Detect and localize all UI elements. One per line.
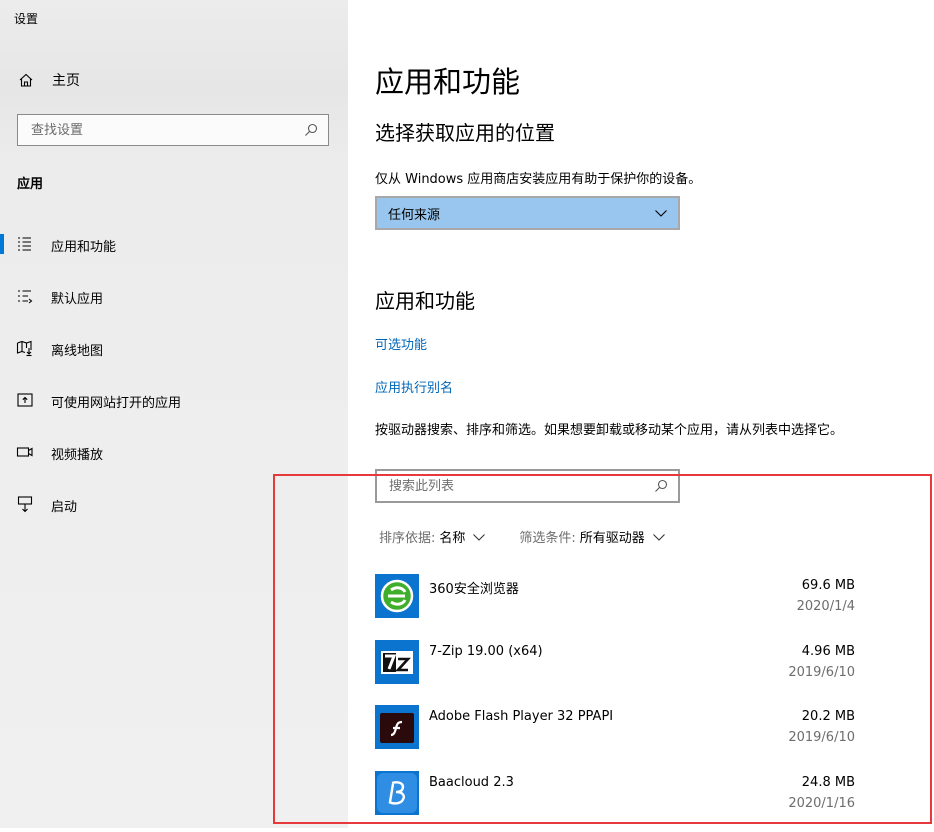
app-name: 7-Zip 19.00 (x64) <box>429 644 543 659</box>
sidebar-nav: 应用和功能 默认应用 离线地图 可使用网站打开 <box>0 218 348 530</box>
video-playback-icon <box>16 443 34 461</box>
360-browser-icon <box>375 574 419 618</box>
startup-icon <box>16 495 34 513</box>
app-size: 24.8 MB <box>802 775 855 790</box>
app-size: 4.96 MB <box>802 644 855 659</box>
sidebar-item-default-apps[interactable]: 默认应用 <box>0 270 348 322</box>
app-install-date: 2019/6/10 <box>788 665 855 680</box>
sidebar-item-apps-for-websites[interactable]: 可使用网站打开的应用 <box>0 374 348 426</box>
app-list-item[interactable]: 7-Zip 19.00 (x64) 4.96 MB 2019/6/10 <box>375 636 855 702</box>
sidebar-item-label: 可使用网站打开的应用 <box>51 392 181 411</box>
sidebar-item-label: 离线地图 <box>51 340 103 359</box>
sort-filter-bar: 排序依据: 名称 筛选条件: 所有驱动器 <box>379 527 666 546</box>
home-label: 主页 <box>52 70 80 90</box>
chevron-down-icon <box>472 530 486 544</box>
default-apps-icon <box>16 287 34 305</box>
app-name: 360安全浏览器 <box>429 578 519 597</box>
app-install-date: 2020/1/4 <box>797 599 855 614</box>
sidebar-item-label: 默认应用 <box>51 288 103 307</box>
home-icon <box>18 72 34 88</box>
apps-for-websites-icon <box>16 391 34 409</box>
selection-indicator <box>0 234 4 254</box>
sidebar-item-video-playback[interactable]: 视频播放 <box>0 426 348 478</box>
search-icon[interactable] <box>654 479 668 493</box>
app-list-item[interactable]: Baacloud 2.3 24.8 MB 2020/1/16 <box>375 767 855 832</box>
filter-label: 筛选条件: <box>519 527 575 546</box>
flash-player-icon <box>375 705 419 749</box>
app-execution-alias-link[interactable]: 应用执行别名 <box>375 377 453 396</box>
sidebar-item-apps-features[interactable]: 应用和功能 <box>0 218 348 270</box>
app-install-date: 2020/1/16 <box>788 796 855 811</box>
window-title: 设置 <box>14 10 38 27</box>
install-source-dropdown[interactable]: 任何来源 <box>375 196 680 230</box>
app-name: Adobe Flash Player 32 PPAPI <box>429 709 613 724</box>
search-icon[interactable] <box>304 123 318 137</box>
install-location-description: 仅从 Windows 应用商店安装应用有助于保护你的设备。 <box>375 168 701 187</box>
7zip-icon <box>375 640 419 684</box>
sidebar-item-label: 应用和功能 <box>51 236 116 255</box>
chevron-down-icon <box>652 530 666 544</box>
sidebar-item-startup[interactable]: 启动 <box>0 478 348 530</box>
install-source-value: 任何来源 <box>388 204 440 223</box>
app-list-item[interactable]: Adobe Flash Player 32 PPAPI 20.2 MB 2019… <box>375 701 855 767</box>
app-list-search-input[interactable] <box>387 478 654 495</box>
apps-features-icon <box>16 235 34 253</box>
app-size: 69.6 MB <box>802 578 855 593</box>
sidebar-item-label: 视频播放 <box>51 444 103 463</box>
settings-search-box[interactable] <box>17 114 329 146</box>
home-link[interactable]: 主页 <box>18 69 80 91</box>
filter-by-dropdown[interactable]: 筛选条件: 所有驱动器 <box>519 527 665 546</box>
apps-features-heading: 应用和功能 <box>375 285 475 314</box>
sort-label: 排序依据: <box>379 527 435 546</box>
app-list-description: 按驱动器搜索、排序和筛选。如果想要卸载或移动某个应用，请从列表中选择它。 <box>375 421 875 440</box>
install-location-heading: 选择获取应用的位置 <box>375 117 555 146</box>
baacloud-icon <box>375 771 419 815</box>
main-content: 应用和功能 选择获取应用的位置 仅从 Windows 应用商店安装应用有助于保护… <box>348 0 934 828</box>
app-install-date: 2019/6/10 <box>788 730 855 745</box>
sidebar-item-label: 启动 <box>51 496 77 515</box>
optional-features-link[interactable]: 可选功能 <box>375 334 427 353</box>
chevron-down-icon <box>654 206 668 220</box>
sidebar-item-offline-maps[interactable]: 离线地图 <box>0 322 348 374</box>
sort-by-dropdown[interactable]: 排序依据: 名称 <box>379 527 486 546</box>
app-list-search-box[interactable] <box>375 469 680 503</box>
sidebar-section-title: 应用 <box>17 173 43 192</box>
sort-value: 名称 <box>439 527 465 546</box>
sidebar: 设置 主页 应用 应用和功能 <box>0 0 348 828</box>
page-title: 应用和功能 <box>375 59 520 101</box>
filter-value: 所有驱动器 <box>580 527 645 546</box>
app-list: 360安全浏览器 69.6 MB 2020/1/4 7-Zip 19.00 (x… <box>375 570 855 832</box>
app-size: 20.2 MB <box>802 709 855 724</box>
settings-search-input[interactable] <box>29 122 304 139</box>
app-list-item[interactable]: 360安全浏览器 69.6 MB 2020/1/4 <box>375 570 855 636</box>
app-name: Baacloud 2.3 <box>429 775 514 790</box>
offline-maps-icon <box>16 339 34 357</box>
